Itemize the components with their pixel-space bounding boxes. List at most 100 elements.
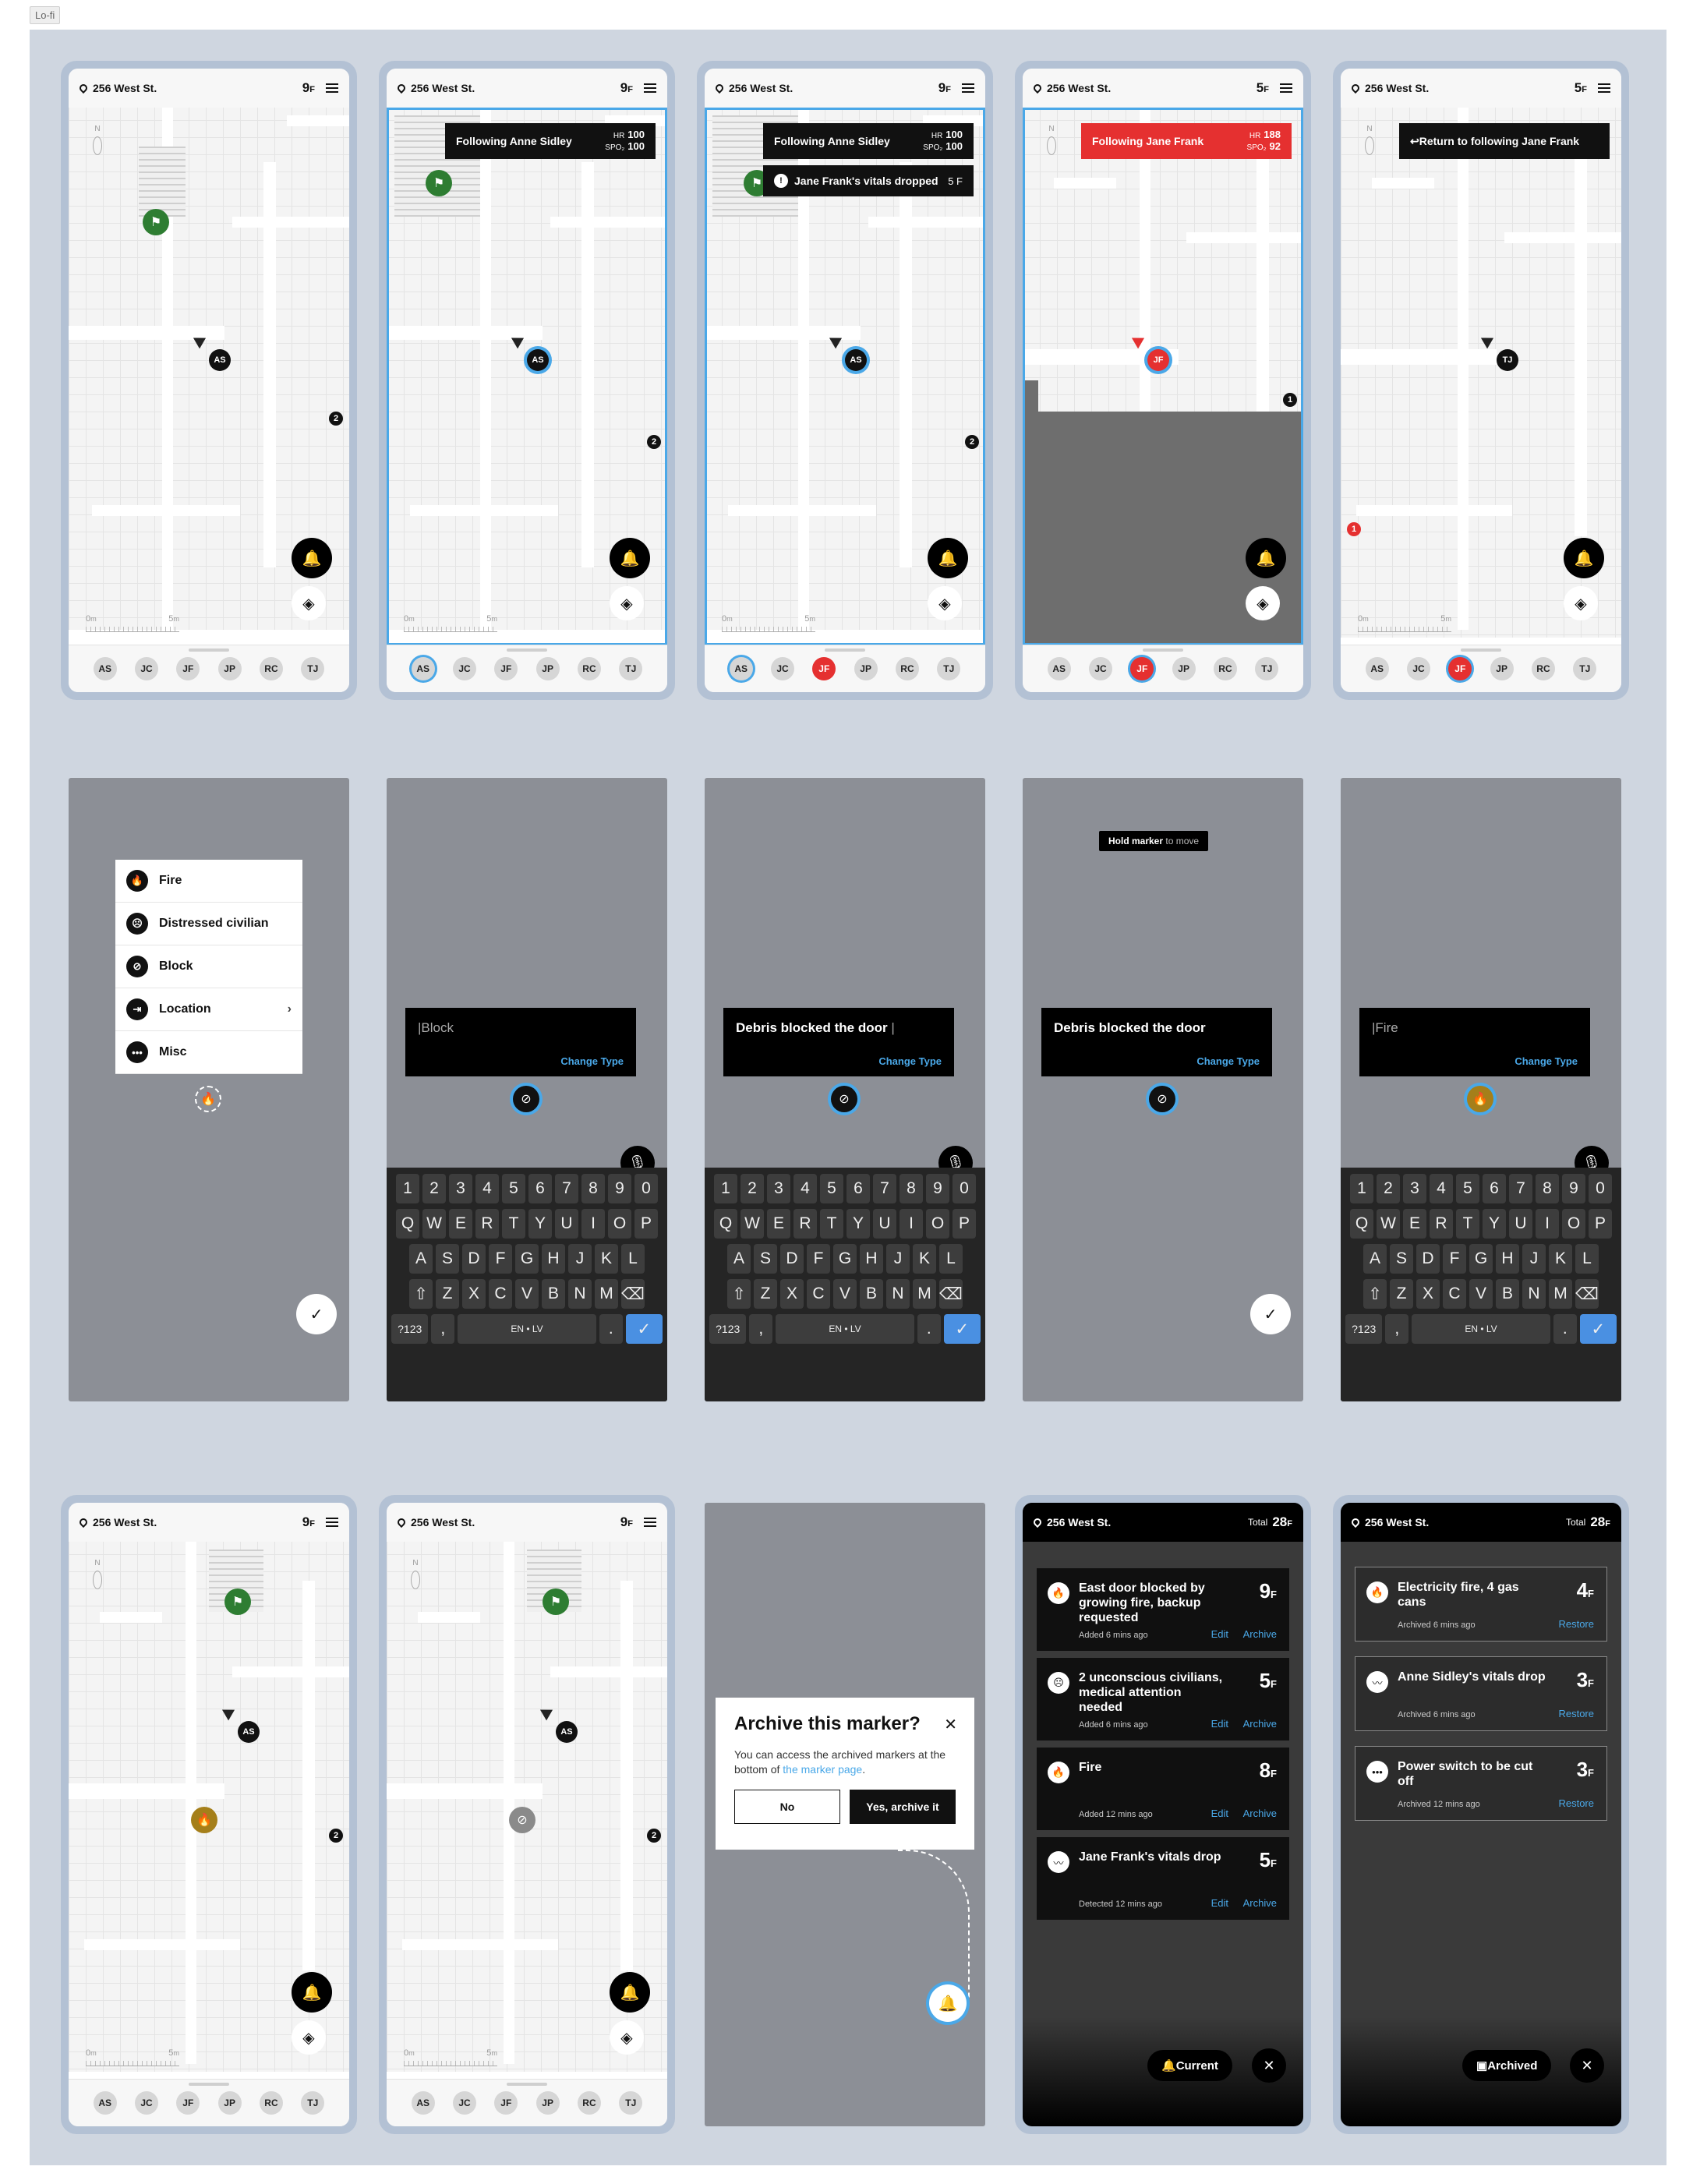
key[interactable]: Z [754, 1279, 777, 1309]
compass[interactable]: N [404, 1559, 427, 1598]
alert-bell-button[interactable]: 🔔 [1564, 538, 1604, 578]
building-address[interactable]: 256 West St. [93, 82, 302, 94]
off-screen-count-badge[interactable]: 2 [965, 435, 979, 449]
team-avatar-tj[interactable]: TJ [1255, 657, 1279, 680]
key[interactable]: W [1377, 1209, 1400, 1239]
team-avatar-rc[interactable]: RC [577, 2091, 601, 2115]
key[interactable]: Z [1390, 1279, 1413, 1309]
symbols-key[interactable]: ?123 [391, 1314, 429, 1344]
fire-marker-icon[interactable]: 🔥 [1467, 1086, 1493, 1112]
key[interactable]: D [462, 1244, 486, 1274]
edit-link[interactable]: Edit [1211, 1808, 1228, 1819]
key[interactable]: 1 [714, 1174, 737, 1203]
follow-toast[interactable]: Following Jane Frank HR 188 SPO₂ 92 [1081, 123, 1292, 159]
key[interactable]: 0 [953, 1174, 976, 1203]
person-marker-as[interactable]: AS [238, 1721, 260, 1743]
hamburger-menu-icon[interactable] [962, 83, 974, 93]
change-type-link[interactable]: Change Type [1196, 1055, 1260, 1067]
fire-marker-icon[interactable]: 🔥 [191, 1807, 217, 1833]
key[interactable]: I [900, 1209, 923, 1239]
key[interactable]: 9 [926, 1174, 949, 1203]
follow-toast[interactable]: Following Anne Sidley HR 100 SPO₂ 100 [763, 123, 974, 159]
key[interactable]: M [913, 1279, 936, 1309]
team-avatar-rc[interactable]: RC [1213, 657, 1237, 680]
team-avatar-tj[interactable]: TJ [937, 657, 961, 680]
building-address[interactable]: 256 West St. [411, 82, 620, 94]
team-avatar-jc[interactable]: JC [1088, 657, 1112, 680]
key[interactable]: F [807, 1244, 830, 1274]
team-avatar-tj[interactable]: TJ [619, 657, 643, 680]
comma-key[interactable]: , [1385, 1314, 1409, 1344]
archived-marker-card[interactable]: 🔥 Electricity fire, 4 gas cans 4F Archived … [1355, 1567, 1607, 1642]
team-avatar-as[interactable]: AS [1047, 657, 1071, 680]
close-icon[interactable]: ✕ [944, 1715, 957, 1734]
hamburger-menu-icon[interactable] [326, 83, 338, 93]
key[interactable]: U [873, 1209, 896, 1239]
symbols-key[interactable]: ?123 [709, 1314, 747, 1344]
floor-indicator[interactable]: 5F [1256, 80, 1269, 96]
key[interactable]: O [926, 1209, 949, 1239]
key[interactable]: H [1496, 1244, 1519, 1274]
key[interactable]: P [1589, 1209, 1612, 1239]
key[interactable]: B [542, 1279, 565, 1309]
key[interactable]: E [449, 1209, 472, 1239]
key[interactable]: M [595, 1279, 618, 1309]
marker-card[interactable]: 〰 Jane Frank's vitals drop 5F Detected 12 m… [1037, 1837, 1289, 1920]
yes-archive-button[interactable]: Yes, archive it [850, 1790, 956, 1824]
key[interactable]: 6 [1483, 1174, 1506, 1203]
key[interactable]: X [1416, 1279, 1440, 1309]
marker-page-link[interactable]: the marker page [783, 1763, 862, 1776]
key[interactable]: F [489, 1244, 512, 1274]
change-type-link[interactable]: Change Type [878, 1055, 942, 1067]
key[interactable]: G [515, 1244, 539, 1274]
key[interactable]: R [475, 1209, 499, 1239]
key[interactable]: 8 [581, 1174, 605, 1203]
key[interactable]: C [807, 1279, 830, 1309]
team-avatar-jf[interactable]: JF [494, 657, 518, 680]
compass[interactable]: N [1358, 125, 1381, 164]
key[interactable]: M [1549, 1279, 1572, 1309]
backspace-key[interactable]: ⌫ [939, 1279, 963, 1309]
key[interactable]: H [542, 1244, 565, 1274]
key[interactable]: 4 [475, 1174, 499, 1203]
key[interactable]: 3 [449, 1174, 472, 1203]
person-marker-as[interactable]: AS [845, 349, 867, 371]
marker-note-input[interactable]: |Fire Change Type [1359, 1008, 1590, 1076]
key[interactable]: I [1536, 1209, 1559, 1239]
key[interactable]: R [1430, 1209, 1453, 1239]
key[interactable]: N [1522, 1279, 1546, 1309]
key[interactable]: V [515, 1279, 539, 1309]
key[interactable]: T [1456, 1209, 1479, 1239]
team-avatar-jf[interactable]: JF [494, 2091, 518, 2115]
alert-bell-button[interactable]: 🔔 [928, 538, 968, 578]
layers-button[interactable]: ◈ [292, 586, 326, 620]
key[interactable]: F [1443, 1244, 1466, 1274]
key[interactable]: P [634, 1209, 658, 1239]
team-avatar-as[interactable]: AS [411, 2091, 435, 2115]
team-avatar-tj[interactable]: TJ [301, 2091, 325, 2115]
key[interactable]: J [1522, 1244, 1546, 1274]
key[interactable]: U [555, 1209, 578, 1239]
marker-note-input[interactable]: Debris blocked the door Change Type [1041, 1008, 1272, 1076]
team-avatar-jp[interactable]: JP [1490, 657, 1514, 680]
key[interactable]: E [767, 1209, 790, 1239]
layers-button[interactable]: ◈ [1246, 586, 1280, 620]
team-avatar-jp[interactable]: JP [217, 2091, 242, 2115]
comma-key[interactable]: , [431, 1314, 455, 1344]
key[interactable]: X [462, 1279, 486, 1309]
confirm-check-button[interactable]: ✓ [296, 1294, 337, 1334]
key[interactable]: S [436, 1244, 459, 1274]
key[interactable]: J [886, 1244, 910, 1274]
building-address[interactable]: 256 West St. [1365, 82, 1575, 94]
key[interactable]: O [1562, 1209, 1585, 1239]
period-key[interactable]: . [599, 1314, 623, 1344]
person-marker-as[interactable]: AS [556, 1721, 578, 1743]
space-key[interactable]: EN • LV [1412, 1314, 1550, 1344]
pending-marker-icon[interactable]: 🔥 [195, 1086, 221, 1112]
floor-indicator[interactable]: 9F [620, 1514, 633, 1530]
key[interactable]: K [1549, 1244, 1572, 1274]
team-avatar-as[interactable]: AS [93, 2091, 117, 2115]
team-avatar-jf[interactable]: JF [1448, 657, 1472, 680]
alert-bell-button[interactable]: 🔔 [610, 538, 650, 578]
vitals-alert-toast[interactable]: ! Jane Frank's vitals dropped 5 F [763, 165, 974, 196]
